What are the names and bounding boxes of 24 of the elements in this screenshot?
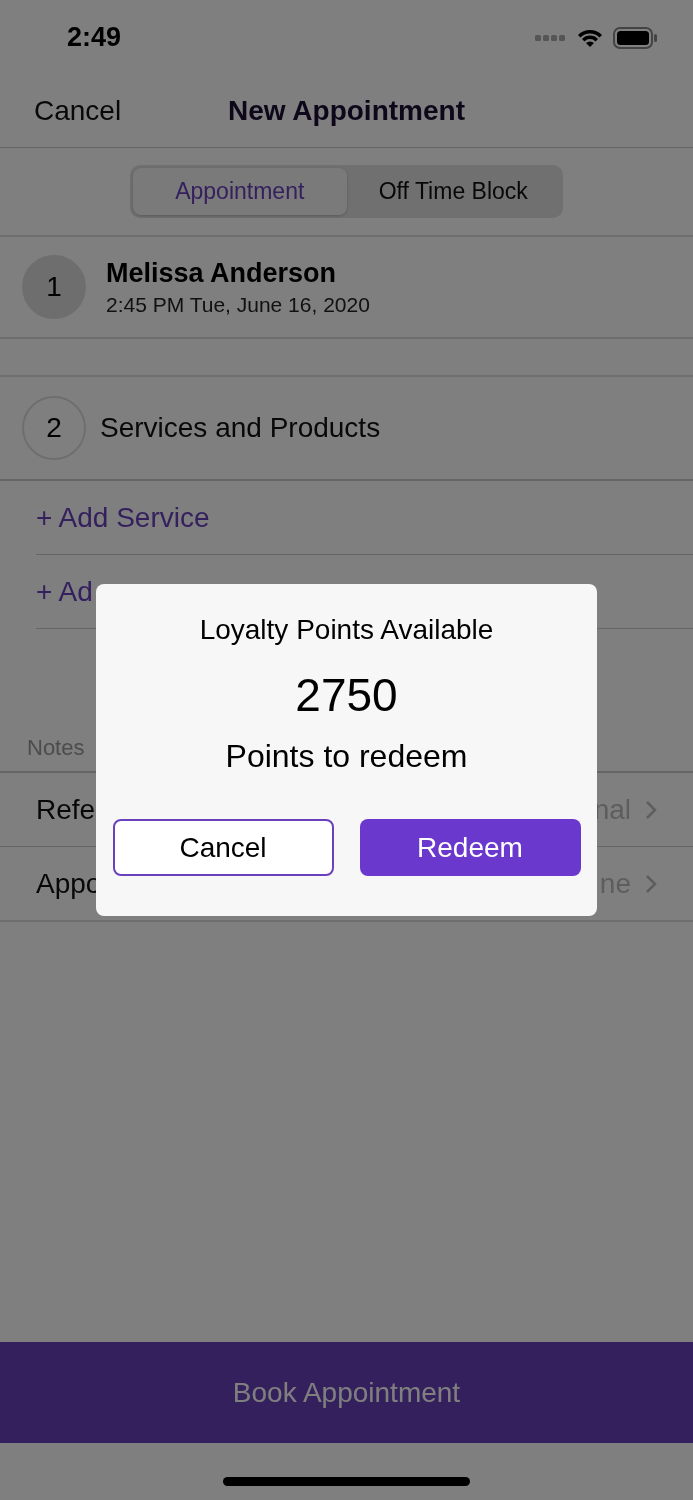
appointment-datetime: 2:45 PM Tue, June 16, 2020 xyxy=(106,292,370,317)
chevron-icon xyxy=(645,873,657,894)
cancel-button[interactable]: Cancel xyxy=(34,95,122,127)
dialog-subtitle: Points to redeem xyxy=(225,738,468,775)
dialog-title: Loyalty Points Available xyxy=(199,614,494,646)
signal-icon xyxy=(535,33,567,42)
cancel-button[interactable]: Cancel xyxy=(112,819,334,876)
chevron-icon xyxy=(645,799,657,820)
add-link[interactable]: + Ad xyxy=(36,575,93,608)
add-link[interactable]: + Add Service xyxy=(36,501,210,534)
wifi-icon xyxy=(577,27,603,48)
points-value: 2750 xyxy=(295,668,398,722)
segment-tab[interactable]: Appointment xyxy=(133,168,347,215)
step-number: 1 xyxy=(22,255,86,319)
section-title: Services and Products xyxy=(100,412,381,444)
battery-icon xyxy=(613,26,657,49)
row-label: Refe xyxy=(36,793,96,826)
segment-tab[interactable]: Off Time Block xyxy=(346,168,560,215)
book-appointment-button[interactable]: Book Appointment xyxy=(0,1342,693,1443)
redeem-button[interactable]: Redeem xyxy=(359,819,581,876)
step-number: 2 xyxy=(22,396,86,460)
client-name: Melissa Anderson xyxy=(106,257,338,289)
screen-title: New Appointment xyxy=(228,95,465,127)
status-time: 2:49 xyxy=(67,22,122,53)
